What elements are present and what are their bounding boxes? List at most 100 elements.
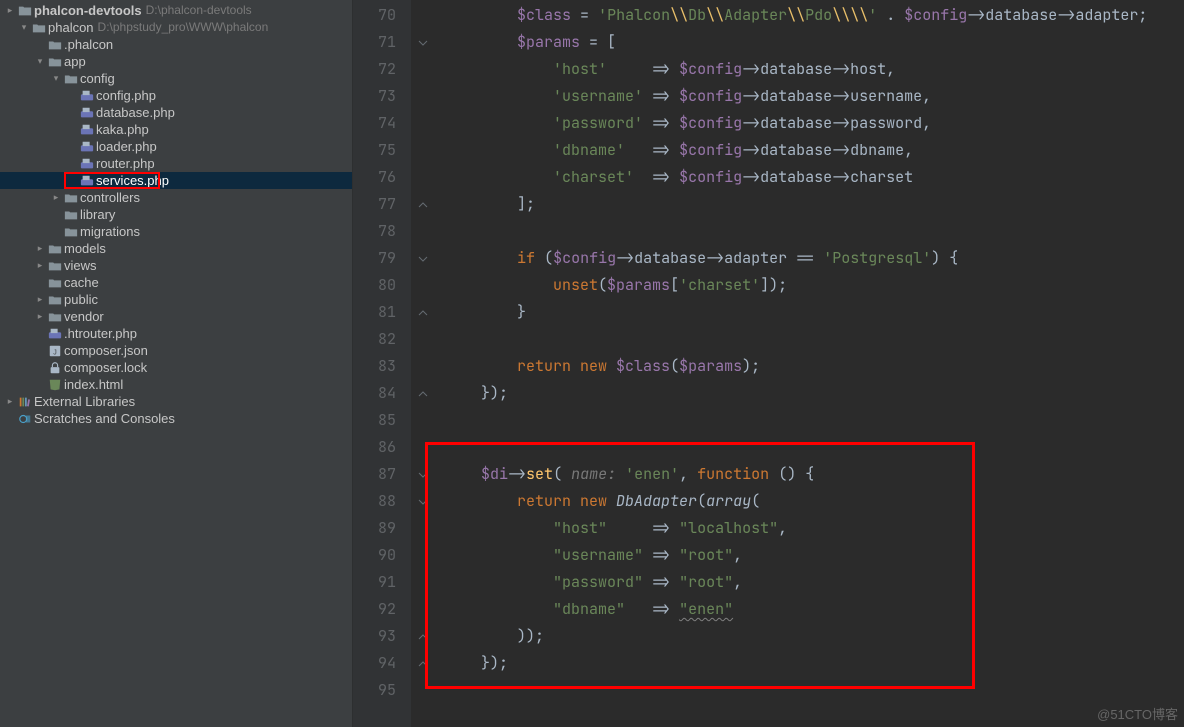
html-icon <box>46 378 64 392</box>
code-line[interactable]: 'dbname' => $config->database->dbname, <box>445 137 1184 164</box>
tree-item-label: vendor <box>64 308 104 325</box>
fold-marker[interactable] <box>411 650 441 677</box>
code-line[interactable]: )); <box>445 623 1184 650</box>
scratches-icon <box>16 412 34 426</box>
code-line[interactable]: ]; <box>445 191 1184 218</box>
folder-icon <box>62 72 80 86</box>
code-line[interactable]: "password" => "root", <box>445 569 1184 596</box>
fold-marker <box>411 515 441 542</box>
chevron-right-icon[interactable]: ▸ <box>4 2 16 19</box>
tree-item-database-php[interactable]: ▸database.php <box>0 104 352 121</box>
code-line[interactable] <box>445 326 1184 353</box>
json-icon: J <box>46 344 64 358</box>
tree-item-app[interactable]: ▾ app <box>0 53 352 70</box>
tree-item-router-php[interactable]: ▸router.php <box>0 155 352 172</box>
line-number-gutter: 7071727374757677787980818283848586878889… <box>353 0 411 727</box>
fold-marker <box>411 353 441 380</box>
code-line[interactable]: "host" => "localhost", <box>445 515 1184 542</box>
tree-item-config-php[interactable]: ▸config.php <box>0 87 352 104</box>
tree-item-composer-lock[interactable]: ▸composer.lock <box>0 359 352 376</box>
chevron-right-icon[interactable]: ▸ <box>50 189 62 206</box>
code-line[interactable] <box>445 407 1184 434</box>
code-line[interactable]: if ($config->database->adapter == 'Postg… <box>445 245 1184 272</box>
tree-item-index-html[interactable]: ▸index.html <box>0 376 352 393</box>
fold-marker[interactable] <box>411 623 441 650</box>
chevron-right-icon[interactable]: ▸ <box>34 308 46 325</box>
line-number: 86 <box>353 434 396 461</box>
code-line[interactable]: "dbname" => "enen" <box>445 596 1184 623</box>
code-editor[interactable]: 7071727374757677787980818283848586878889… <box>353 0 1184 727</box>
tree-item--phalcon[interactable]: ▸.phalcon <box>0 36 352 53</box>
project-tree[interactable]: ▸ phalcon-devtools D:\phalcon-devtools ▾… <box>0 0 353 727</box>
external-libraries[interactable]: ▸ External Libraries <box>0 393 352 410</box>
fold-marker <box>411 569 441 596</box>
code-line[interactable]: return new $class($params); <box>445 353 1184 380</box>
fold-marker[interactable] <box>411 461 441 488</box>
code-line[interactable]: 'username' => $config->database->usernam… <box>445 83 1184 110</box>
fold-marker <box>411 596 441 623</box>
chevron-right-icon[interactable]: ▸ <box>34 257 46 274</box>
code-line[interactable]: 'host' => $config->database->host, <box>445 56 1184 83</box>
line-number: 77 <box>353 191 396 218</box>
fold-marker[interactable] <box>411 488 441 515</box>
tree-item-config[interactable]: ▾ config <box>0 70 352 87</box>
code-line[interactable]: unset($params['charset']); <box>445 272 1184 299</box>
tree-item-public[interactable]: ▸public <box>0 291 352 308</box>
tree-item-vendor[interactable]: ▸ vendor <box>0 308 352 325</box>
tree-item-migrations[interactable]: ▸migrations <box>0 223 352 240</box>
tree-item-label: composer.lock <box>64 359 147 376</box>
fold-marker[interactable] <box>411 380 441 407</box>
code-line[interactable]: return new DbAdapter(array( <box>445 488 1184 515</box>
tree-item-label: app <box>64 53 86 70</box>
code-line[interactable]: 'charset' => $config->database->charset <box>445 164 1184 191</box>
chevron-right-icon[interactable]: ▸ <box>4 393 16 410</box>
folder-icon <box>30 21 48 35</box>
tree-item-label: views <box>64 257 97 274</box>
line-number: 93 <box>353 623 396 650</box>
tree-item-library[interactable]: ▸library <box>0 206 352 223</box>
line-number: 70 <box>353 2 396 29</box>
code-line[interactable] <box>445 677 1184 704</box>
tree-item-controllers[interactable]: ▸controllers <box>0 189 352 206</box>
tree-item-models[interactable]: ▸models <box>0 240 352 257</box>
fold-marker[interactable] <box>411 191 441 218</box>
tree-item-phalcon[interactable]: ▾phalconD:\phpstudy_pro\WWW\phalcon <box>0 19 352 36</box>
folder-icon <box>46 310 64 324</box>
scratches-consoles[interactable]: ▸ Scratches and Consoles <box>0 410 352 427</box>
chevron-down-icon[interactable]: ▾ <box>18 19 30 36</box>
code-line[interactable]: 'password' => $config->database->passwor… <box>445 110 1184 137</box>
fold-column[interactable] <box>411 0 441 727</box>
fold-marker[interactable] <box>411 299 441 326</box>
chevron-down-icon[interactable]: ▾ <box>50 70 62 87</box>
code-area[interactable]: $class = 'Phalcon\\Db\\Adapter\\Pdo\\\\'… <box>441 0 1184 727</box>
chevron-down-icon[interactable]: ▾ <box>34 53 46 70</box>
line-number: 76 <box>353 164 396 191</box>
chevron-right-icon[interactable]: ▸ <box>34 291 46 308</box>
tree-item-services-php[interactable]: ▸services.php <box>0 172 352 189</box>
tree-item-loader-php[interactable]: ▸loader.php <box>0 138 352 155</box>
code-line[interactable]: } <box>445 299 1184 326</box>
tree-item-label: config <box>80 70 115 87</box>
tree-item-composer-json[interactable]: ▸Jcomposer.json <box>0 342 352 359</box>
code-line[interactable]: "username" => "root", <box>445 542 1184 569</box>
php-icon <box>78 140 96 154</box>
fold-marker[interactable] <box>411 245 441 272</box>
fold-marker[interactable] <box>411 29 441 56</box>
line-number: 95 <box>353 677 396 704</box>
tree-item-cache[interactable]: ▸cache <box>0 274 352 291</box>
tree-root[interactable]: ▸ phalcon-devtools D:\phalcon-devtools <box>0 2 352 19</box>
watermark: @51CTO博客 <box>1097 704 1178 723</box>
code-line[interactable] <box>445 218 1184 245</box>
code-line[interactable]: }); <box>445 650 1184 677</box>
line-number: 92 <box>353 596 396 623</box>
chevron-right-icon[interactable]: ▸ <box>34 240 46 257</box>
tree-item-kaka-php[interactable]: ▸kaka.php <box>0 121 352 138</box>
code-line[interactable]: $class = 'Phalcon\\Db\\Adapter\\Pdo\\\\'… <box>445 2 1184 29</box>
tree-item-label: index.html <box>64 376 123 393</box>
tree-item--htrouter-php[interactable]: ▸.htrouter.php <box>0 325 352 342</box>
code-line[interactable]: }); <box>445 380 1184 407</box>
tree-item-views[interactable]: ▸ views <box>0 257 352 274</box>
code-line[interactable] <box>445 434 1184 461</box>
code-line[interactable]: $di->set( name: 'enen', function () { <box>445 461 1184 488</box>
code-line[interactable]: $params = [ <box>445 29 1184 56</box>
